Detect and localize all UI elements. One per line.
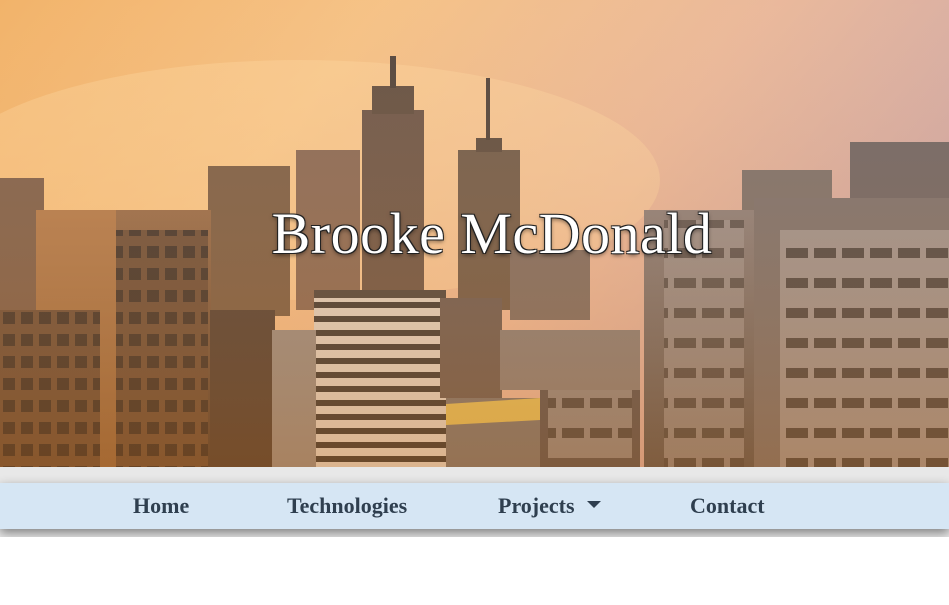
nav-link-technologies[interactable]: Technologies <box>287 483 407 529</box>
hero-banner: Brooke McDonald <box>0 0 949 467</box>
page-content <box>0 537 949 605</box>
nav-link-contact-label: Contact <box>690 493 765 518</box>
nav-link-contact[interactable]: Contact <box>690 483 765 529</box>
nav-link-technologies-label: Technologies <box>287 493 408 518</box>
main-navbar: Home Technologies Projects Contact <box>0 483 949 529</box>
nav-container: Home Technologies Projects Contact <box>0 467 949 537</box>
caret-down-icon <box>586 501 601 509</box>
nav-dropdown-projects[interactable]: Projects <box>498 483 601 529</box>
hero-title: Brooke McDonald <box>271 201 713 266</box>
nav-link-projects-label: Projects <box>498 493 575 518</box>
nav-link-home-label: Home <box>133 493 190 518</box>
nav-link-home[interactable]: Home <box>133 483 189 529</box>
